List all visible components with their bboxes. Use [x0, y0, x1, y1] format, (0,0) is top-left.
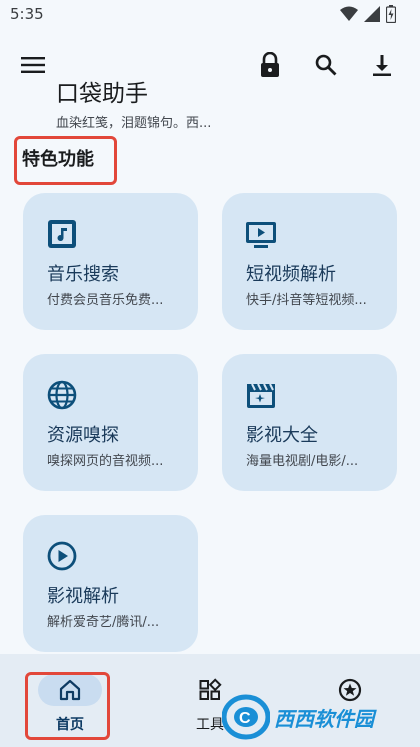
highlight-box-section — [14, 136, 117, 185]
card-subtitle: 海量电视剧/电影/... — [246, 454, 359, 469]
card-title: 音乐搜索 — [47, 264, 119, 285]
globe-icon — [47, 380, 77, 410]
card-resource-sniff[interactable]: 资源嗅探 嗅探网页的音视频... — [23, 354, 198, 491]
app-title: 口袋助手 — [56, 81, 148, 107]
widgets-icon — [199, 678, 222, 700]
signal-icon — [364, 6, 380, 22]
card-subtitle: 嗅探网页的音视频... — [47, 454, 164, 469]
card-title: 影视解析 — [47, 586, 119, 607]
battery-icon — [386, 5, 396, 23]
wifi-icon — [340, 6, 358, 21]
card-subtitle: 付费会员音乐免费... — [47, 293, 164, 308]
lock-icon — [261, 52, 279, 77]
card-title: 资源嗅探 — [47, 425, 119, 446]
watermark-text: 西西软件园 — [274, 706, 374, 731]
status-time: 5:35 — [10, 5, 44, 23]
card-music-search[interactable]: 音乐搜索 付费会员音乐免费... — [23, 193, 198, 330]
card-subtitle: 解析爱奇艺/腾讯/... — [47, 615, 160, 630]
card-video-parse[interactable]: 影视解析 解析爱奇艺/腾讯/... — [23, 515, 198, 652]
card-title: 影视大全 — [246, 425, 318, 446]
download-icon — [373, 55, 391, 76]
svg-text:C: C — [239, 710, 251, 727]
movie-clapper-icon — [247, 383, 275, 408]
card-title: 短视频解析 — [246, 264, 336, 285]
watermark-logo-icon: C — [222, 694, 270, 740]
play-circle-icon — [47, 541, 77, 571]
menu-button[interactable] — [13, 45, 53, 85]
download-button[interactable] — [362, 45, 402, 85]
hamburger-menu-icon — [21, 57, 45, 73]
lock-button[interactable] — [250, 45, 290, 85]
card-short-video-parse[interactable]: 短视频解析 快手/抖音等短视频... — [222, 193, 397, 330]
search-icon — [315, 54, 337, 76]
app-subtitle: 血染红笺，泪题锦句。西... — [56, 116, 212, 131]
highlight-box-nav-home — [25, 672, 110, 740]
status-bar: 5:35 — [0, 0, 420, 32]
tv-play-icon — [246, 222, 276, 248]
search-button[interactable] — [306, 45, 346, 85]
card-movies[interactable]: 影视大全 海量电视剧/电影/... — [222, 354, 397, 491]
music-note-icon — [48, 220, 76, 248]
watermark: C 西西软件园 — [222, 692, 412, 742]
card-subtitle: 快手/抖音等短视频... — [246, 293, 367, 308]
